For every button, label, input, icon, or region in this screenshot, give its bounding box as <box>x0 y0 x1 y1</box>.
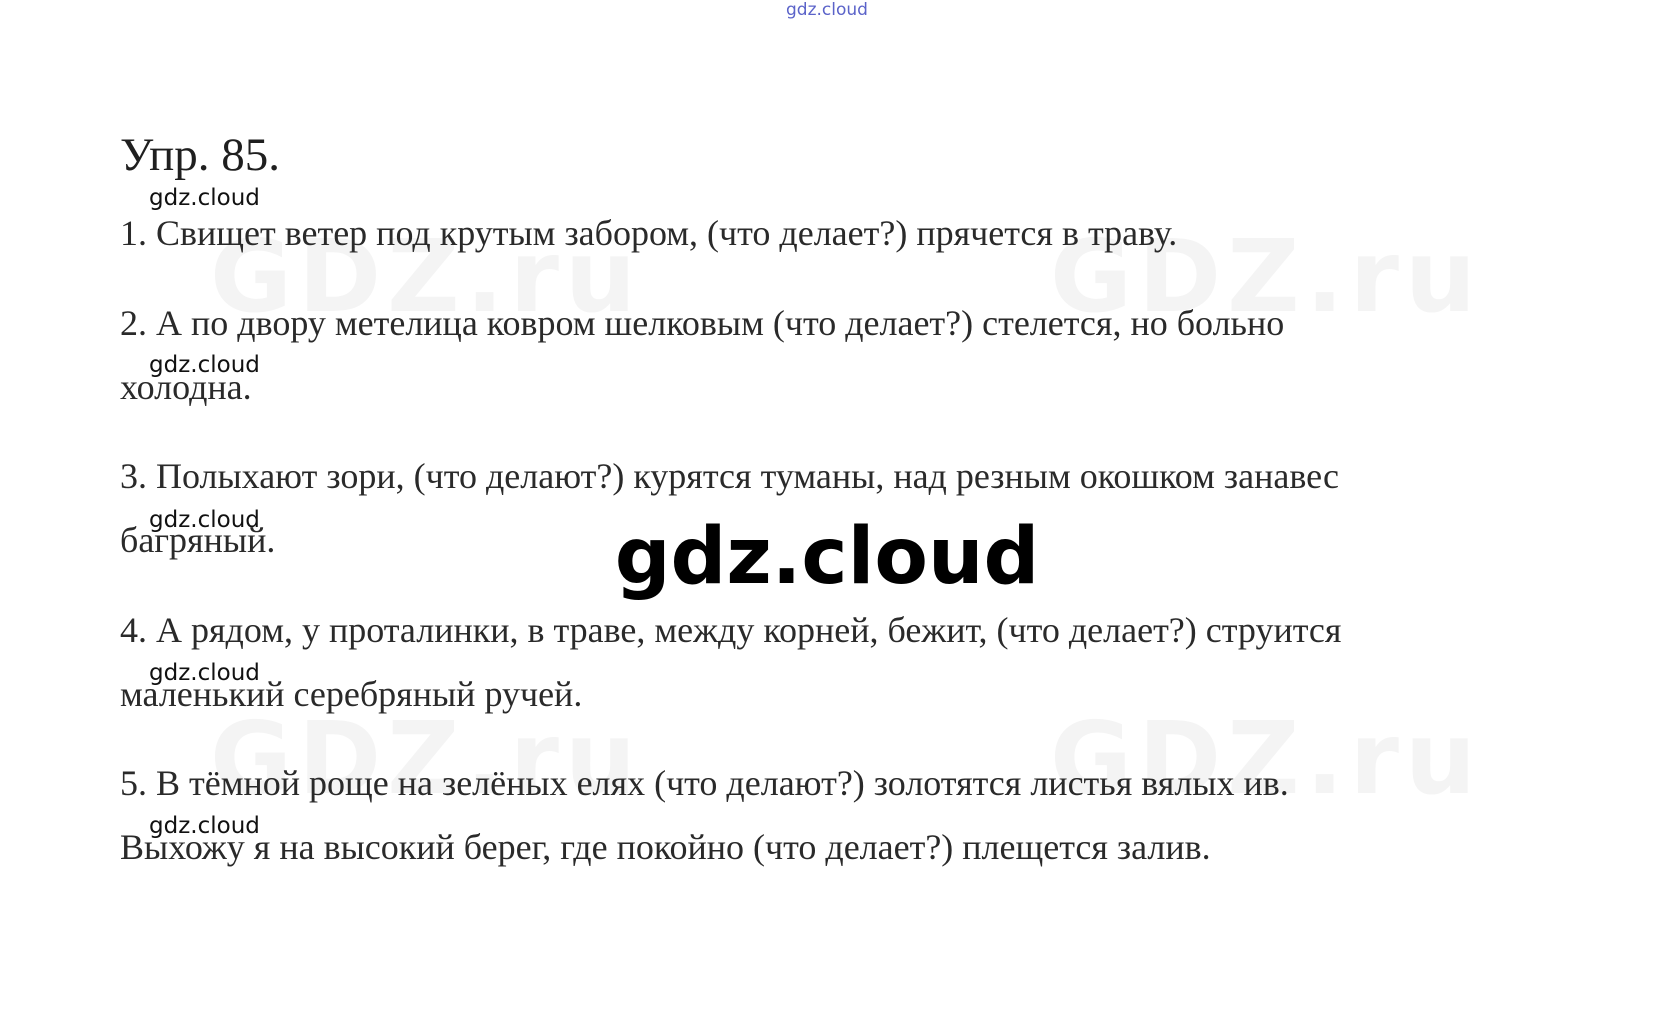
small-watermark: gdz.cloud <box>149 813 260 839</box>
small-watermark: gdz.cloud <box>149 660 260 686</box>
exercise-title: Упр. 85. <box>120 129 281 181</box>
item-1-line-1: 1. Свищет ветер под крутым забором, (что… <box>120 213 1178 253</box>
exercise-page: gdz.cloud GDZ.ru GDZ.ru GDZ.ru GDZ.ru Уп… <box>0 0 1654 1009</box>
small-watermark: gdz.cloud <box>149 352 260 378</box>
large-watermark: gdz.cloud <box>614 512 1040 602</box>
item-3-line-1: 3. Полыхают зори, (что делают?) курятся … <box>120 456 1339 496</box>
item-5-line-2: Выхожу я на высокий берег, где покойно (… <box>120 827 1211 867</box>
item-5-line-1: 5. В тёмной роще на зелёных елях (что де… <box>120 763 1289 803</box>
item-4-line-1: 4. А рядом, у проталинки, в траве, между… <box>120 610 1342 650</box>
item-2-line-1: 2. А по двору метелица ковром шелковым (… <box>120 303 1285 343</box>
top-watermark: gdz.cloud <box>786 0 868 20</box>
small-watermark: gdz.cloud <box>149 185 260 211</box>
